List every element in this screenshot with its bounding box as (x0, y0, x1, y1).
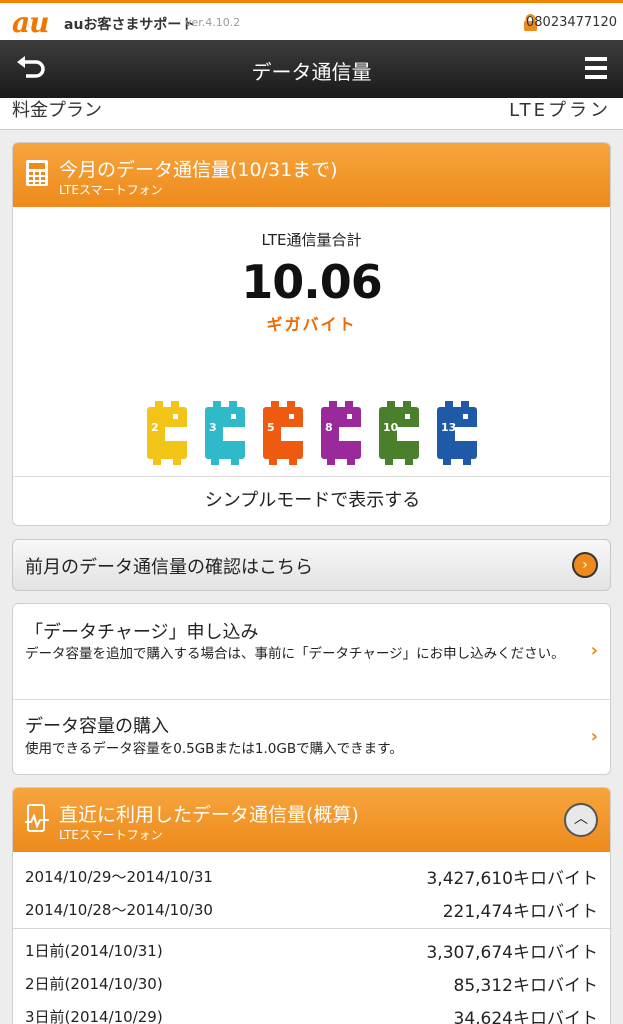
period-date: 2014/10/29～2014/10/31 (25, 868, 213, 886)
app-name: auお客さまサポート (64, 17, 196, 33)
app-version: ver.4.10.2 (185, 16, 241, 29)
monthly-usage-header: 今月のデータ通信量(10/31まで) LTEスマートフォン (13, 143, 610, 207)
daily-value: 3,307,674キロバイト (426, 943, 598, 963)
period-date: 2014/10/28～2014/10/30 (25, 901, 213, 919)
usage-character-3: 3 (205, 401, 249, 465)
daily-date: 1日前(2014/10/31) (25, 942, 163, 960)
usage-character-2: 2 (147, 401, 191, 465)
previous-month-button[interactable]: 前月のデータ通信量の確認はこちら › (12, 539, 611, 591)
usage-total-unit: ギガバイト (266, 315, 357, 334)
recent-usage-card: 直近に利用したデータ通信量(概算) LTEスマートフォン ︿ 2014/10/2… (12, 787, 611, 1024)
usage-character-10: 10 (379, 401, 423, 465)
plan-label: 料金プラン (12, 100, 102, 121)
daily-value: 85,312キロバイト (453, 976, 598, 996)
usage-total-value: 10.06 (241, 255, 383, 309)
daily-date: 2日前(2014/10/30) (25, 975, 163, 993)
simple-mode-button[interactable]: シンプルモードで表示する (13, 476, 610, 525)
usage-total-label: LTE通信量合計 (261, 231, 362, 249)
au-logo: au (12, 6, 49, 39)
usage-character-13: 13 (437, 401, 481, 465)
device-type-label: LTEスマートフォン (59, 183, 163, 197)
recent-usage-header[interactable]: 直近に利用したデータ通信量(概算) LTEスマートフォン ︿ (13, 788, 610, 852)
device-type-label: LTEスマートフォン (59, 828, 163, 842)
recent-usage-title: 直近に利用したデータ通信量(概算) (59, 804, 359, 826)
usage-character-8: 8 (321, 401, 365, 465)
data-charge-item[interactable]: 「データチャージ」申し込み データ容量を追加で購入する場合は、事前に「データチャ… (13, 604, 610, 700)
period-row: 2014/10/29～2014/10/31 3,427,610キロバイト (25, 862, 598, 892)
collapse-icon[interactable]: ︿ (564, 803, 598, 837)
period-value: 3,427,610キロバイト (426, 869, 598, 889)
period-value: 221,474キロバイト (442, 902, 598, 922)
brand-bar: au auお客さまサポート ver.4.10.2 08023477120 (0, 0, 623, 40)
data-purchase-item[interactable]: データ容量の購入 使用できるデータ容量を0.5GBまたは1.0GBで購入できます… (13, 700, 610, 774)
nav-bar: データ通信量 (0, 40, 623, 98)
daily-date: 3日前(2014/10/29) (25, 1008, 163, 1024)
data-menu-list: 「データチャージ」申し込み データ容量を追加で購入する場合は、事前に「データチャ… (12, 603, 611, 775)
phone-number: 08023477120 (526, 15, 617, 30)
page-title: データ通信量 (251, 60, 372, 84)
daily-row: 2日前(2014/10/30) 85,312キロバイト (25, 969, 598, 999)
menu-icon[interactable] (585, 57, 607, 81)
phone-chart-icon (25, 804, 49, 832)
plan-value: LTEプラン (509, 100, 611, 121)
plan-row: 料金プラン LTEプラン (0, 98, 623, 130)
period-row: 2014/10/28～2014/10/30 221,474キロバイト (25, 895, 598, 925)
monthly-usage-card: 今月のデータ通信量(10/31まで) LTEスマートフォン LTE通信量合計 1… (12, 142, 611, 526)
data-purchase-title: データ容量の購入 (25, 716, 169, 737)
usage-character-5: 5 (263, 401, 307, 465)
chevron-right-icon: › (590, 726, 598, 747)
data-charge-title: 「データチャージ」申し込み (25, 622, 259, 643)
calculator-icon (26, 160, 48, 186)
divider (13, 928, 610, 929)
daily-row: 3日前(2014/10/29) 34,624キロバイト (25, 1002, 598, 1024)
daily-value: 34,624キロバイト (453, 1009, 598, 1024)
previous-month-label: 前月のデータ通信量の確認はこちら (25, 557, 313, 578)
arrow-right-circle-icon: › (572, 552, 598, 578)
monthly-usage-title: 今月のデータ通信量(10/31まで) (59, 159, 338, 181)
data-charge-desc: データ容量を追加で購入する場合は、事前に「データチャージ」にお申し込みください。 (25, 646, 565, 662)
chevron-right-icon: › (590, 640, 598, 661)
data-purchase-desc: 使用できるデータ容量を0.5GBまたは1.0GBで購入できます。 (25, 741, 403, 757)
daily-row: 1日前(2014/10/31) 3,307,674キロバイト (25, 936, 598, 966)
